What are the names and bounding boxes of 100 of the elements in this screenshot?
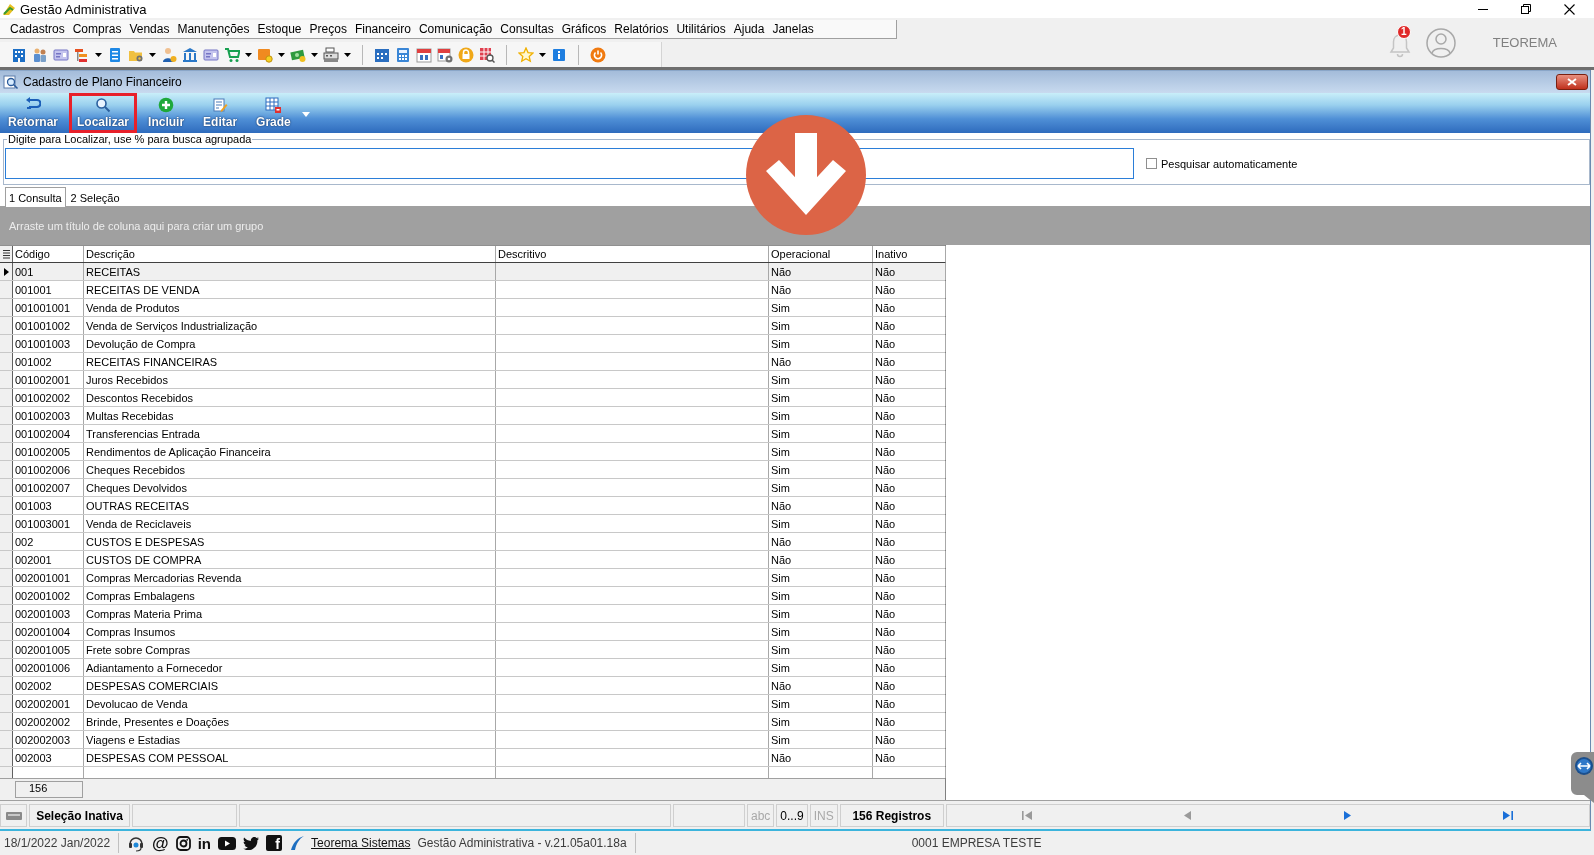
table-cell: Compras Insumos — [84, 623, 496, 640]
hierarchy-icon[interactable] — [74, 46, 90, 63]
table-cell: DESPESAS COMERCIAIS — [84, 677, 496, 694]
calendar-icon[interactable] — [416, 46, 432, 63]
id-card-icon[interactable] — [53, 46, 69, 63]
table-cell: Compras Mercadorias Revenda — [84, 569, 496, 586]
close-icon[interactable] — [1564, 3, 1575, 15]
table-cell: Juros Recebidos — [84, 371, 496, 388]
menu-item[interactable]: Consultas — [496, 22, 558, 36]
table-cell: 002002002 — [13, 713, 84, 730]
table-cell: Viagens e Estadias — [84, 731, 496, 748]
menu-item[interactable]: Comunicação — [414, 22, 497, 36]
table-cell: 002002003 — [13, 731, 84, 748]
table-cell: Não — [769, 749, 873, 766]
column-list-icon[interactable] — [2, 249, 10, 259]
double-arrow-icon[interactable] — [1571, 752, 1594, 803]
table-cell: Venda de Serviços Industrialização — [84, 317, 496, 334]
table-cell: 002001005 — [13, 641, 84, 658]
calendar-gear-icon[interactable] — [437, 46, 453, 63]
cash-register-icon[interactable] — [323, 46, 339, 63]
table-cell: Não — [769, 677, 873, 694]
checkbox-label: Pesquisar automaticamente — [1161, 157, 1298, 170]
document-icon[interactable] — [107, 46, 123, 63]
row-indicator[interactable] — [0, 263, 13, 280]
table-cell: Descontos Recebidos — [84, 389, 496, 406]
keyboard-icon — [5, 811, 22, 820]
headset-icon[interactable] — [127, 834, 146, 852]
id-card-icon[interactable] — [203, 46, 219, 63]
calculator-icon[interactable] — [395, 46, 411, 63]
power-icon[interactable] — [590, 46, 606, 63]
caret-icon[interactable] — [149, 52, 156, 57]
menu-item[interactable]: Cadastros — [6, 22, 69, 36]
camera-icon[interactable] — [175, 835, 191, 851]
close-button[interactable] — [1556, 74, 1588, 90]
caret-icon[interactable] — [344, 52, 351, 57]
table-cell: 002001003 — [13, 605, 84, 622]
restore-icon[interactable] — [1521, 4, 1531, 14]
caret-icon[interactable] — [278, 52, 285, 57]
menu-item[interactable]: Utilitários — [672, 22, 730, 36]
column-header[interactable]: Descritivo — [496, 246, 769, 262]
back-button[interactable]: Retornar — [0, 93, 66, 133]
social-link[interactable]: in — [197, 835, 212, 851]
play-button-icon[interactable] — [218, 836, 237, 850]
table-cell: Sim — [769, 695, 873, 712]
menu-item[interactable]: Gráficos — [557, 22, 611, 36]
grid-button[interactable]: Grade — [248, 93, 299, 133]
column-header[interactable]: Código — [13, 246, 84, 262]
table-cell: Sim — [769, 335, 873, 352]
caret-icon[interactable] — [245, 52, 252, 57]
table-cell: 001002001 — [13, 371, 84, 388]
bank-icon[interactable] — [182, 46, 198, 63]
cart-icon[interactable] — [224, 46, 240, 63]
caret-icon[interactable] — [95, 52, 102, 57]
table-cell: 001002 — [13, 353, 84, 370]
menu-item[interactable]: Ajuda — [729, 22, 769, 36]
caret-icon[interactable] — [311, 52, 318, 57]
table-search-icon[interactable] — [479, 46, 495, 63]
person-coin-icon[interactable] — [161, 46, 177, 63]
table-cell: Devolução de Compra — [84, 335, 496, 352]
calendar-grid-icon[interactable] — [374, 46, 390, 63]
table-cell: Sim — [769, 425, 873, 442]
social-link[interactable]: f — [266, 835, 283, 851]
website-link[interactable]: Teorema Sistemas — [311, 836, 411, 850]
date-label: 18/1/2022 Jan/2022 — [4, 836, 111, 850]
table-cell: 002001004 — [13, 623, 84, 640]
table-cell: 002 — [13, 533, 84, 550]
column-header[interactable]: Descrição — [84, 246, 496, 262]
column-header[interactable]: Operacional — [769, 246, 873, 262]
info-icon[interactable] — [551, 46, 567, 63]
table-cell: Não — [769, 551, 873, 568]
next-record-icon[interactable] — [1343, 811, 1353, 820]
checkbox[interactable] — [1146, 158, 1157, 169]
menu-item[interactable]: Relatórios — [610, 22, 673, 36]
caret-icon[interactable] — [539, 52, 546, 57]
edit-button[interactable]: Editar — [195, 93, 246, 133]
menu-item[interactable]: Vendas — [125, 22, 174, 36]
menu-item[interactable]: Financeiro — [350, 22, 415, 36]
bird-icon[interactable] — [243, 836, 260, 850]
table-cell: Sim — [769, 443, 873, 460]
table-cell: Venda de Reciclaveis — [84, 515, 496, 532]
table-cell: Não — [769, 281, 873, 298]
email-link[interactable]: @ — [152, 834, 169, 852]
search-button[interactable]: Localizar — [69, 93, 138, 133]
building-icon[interactable] — [11, 46, 27, 63]
menu-item[interactable]: Estoque — [253, 22, 306, 36]
table-cell: Sim — [769, 515, 873, 532]
star-icon[interactable] — [518, 46, 534, 63]
menu-item[interactable]: Compras — [68, 22, 126, 36]
menu-item[interactable]: Janelas — [768, 22, 818, 36]
table-cell: 002001002 — [13, 587, 84, 604]
menu-item[interactable]: Manutenções — [173, 22, 254, 36]
edit-icon — [212, 97, 229, 113]
add-button[interactable]: Incluir — [140, 93, 193, 133]
table-cell: RECEITAS — [84, 263, 496, 280]
people-icon[interactable] — [32, 46, 48, 63]
table-cell: Sim — [769, 605, 873, 622]
last-record-icon[interactable] — [1503, 811, 1514, 820]
tab[interactable]: 1 Consulta — [5, 187, 66, 207]
table-cell: 001003001 — [13, 515, 84, 532]
menu-item[interactable]: Preços — [305, 22, 351, 36]
